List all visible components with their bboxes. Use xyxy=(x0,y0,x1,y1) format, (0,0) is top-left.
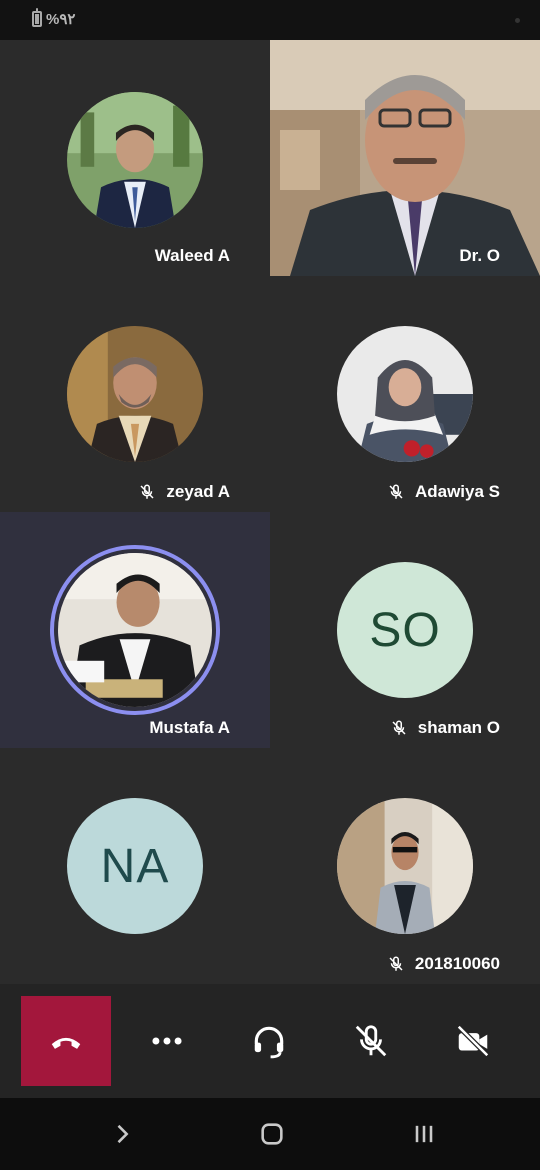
participant-video xyxy=(270,40,540,276)
participant-tile[interactable]: SO shaman O xyxy=(270,512,540,748)
participant-name-row: 201810060 xyxy=(387,954,500,974)
participant-name: shaman O xyxy=(417,718,500,737)
phone-hangup-icon xyxy=(51,1037,81,1049)
participant-name-row: Dr. O xyxy=(459,246,500,266)
mic-off-icon xyxy=(389,956,403,971)
active-speaker-tile[interactable]: Mustafa A xyxy=(0,512,270,748)
back-button[interactable] xyxy=(102,1118,142,1150)
audio-device-button[interactable] xyxy=(224,996,314,1086)
participant-tile[interactable]: 201810060 xyxy=(270,748,540,984)
participant-name: Mustafa A xyxy=(149,718,230,737)
participant-name-row: Mustafa A xyxy=(149,718,230,738)
home-button[interactable] xyxy=(252,1118,292,1150)
participant-video-tile[interactable]: Dr. O xyxy=(270,40,540,276)
participant-tile[interactable]: Adawiya S xyxy=(270,276,540,512)
participant-tile[interactable]: NA xyxy=(0,748,270,984)
battery-icon xyxy=(32,8,42,27)
more-dots-icon xyxy=(152,1037,182,1045)
participant-name: Waleed A xyxy=(154,246,230,265)
participant-name: Adawiya S xyxy=(414,482,500,501)
mic-off-icon xyxy=(389,484,403,499)
participant-photo xyxy=(67,326,203,462)
participant-name: 201810060 xyxy=(414,954,500,973)
battery-percent: %۹۲ xyxy=(46,11,76,28)
mic-off-icon xyxy=(459,246,540,276)
participant-tile[interactable]: Waleed A xyxy=(0,40,270,276)
mic-off-icon xyxy=(140,484,154,499)
status-bar: %۹۲ xyxy=(0,0,540,40)
call-controls xyxy=(0,984,540,1098)
camera-off-icon xyxy=(456,1024,490,1058)
participant-photo xyxy=(337,326,473,462)
mic-off-icon xyxy=(392,720,406,735)
participant-name-row: Adawiya S xyxy=(387,482,500,502)
chevron-icon xyxy=(117,1124,129,1144)
participant-photo xyxy=(67,92,203,228)
participant-name-row: Waleed A xyxy=(155,246,230,266)
participant-name: zeyad A xyxy=(166,482,230,501)
hangup-button[interactable] xyxy=(21,996,111,1086)
mute-button[interactable] xyxy=(326,996,416,1086)
teams-call-screen: %۹۲ Waleed A Dr. O zeyad A Adawiya S Mus… xyxy=(0,0,540,1170)
participant-tile[interactable]: zeyad A xyxy=(0,276,270,512)
initials-avatar: SO xyxy=(337,562,473,698)
recents-icon xyxy=(415,1125,433,1143)
mic-off-icon xyxy=(355,1025,387,1057)
android-navigation-bar xyxy=(0,1098,540,1170)
initials-avatar: NA xyxy=(67,798,203,934)
home-icon xyxy=(261,1123,283,1145)
camera-toggle-button[interactable] xyxy=(428,996,518,1086)
recents-button[interactable] xyxy=(404,1118,444,1150)
headset-icon xyxy=(254,1026,284,1059)
battery-status: %۹۲ xyxy=(32,8,76,28)
participant-photo xyxy=(337,798,473,934)
speaking-ring xyxy=(50,545,220,715)
participant-name-row: shaman O xyxy=(390,718,500,738)
participant-grid: Waleed A Dr. O zeyad A Adawiya S Mustafa… xyxy=(0,40,540,984)
notification-dot xyxy=(515,18,520,23)
participant-name-row: zeyad A xyxy=(138,482,230,502)
more-options-button[interactable] xyxy=(122,996,212,1086)
participant-photo xyxy=(58,553,212,707)
